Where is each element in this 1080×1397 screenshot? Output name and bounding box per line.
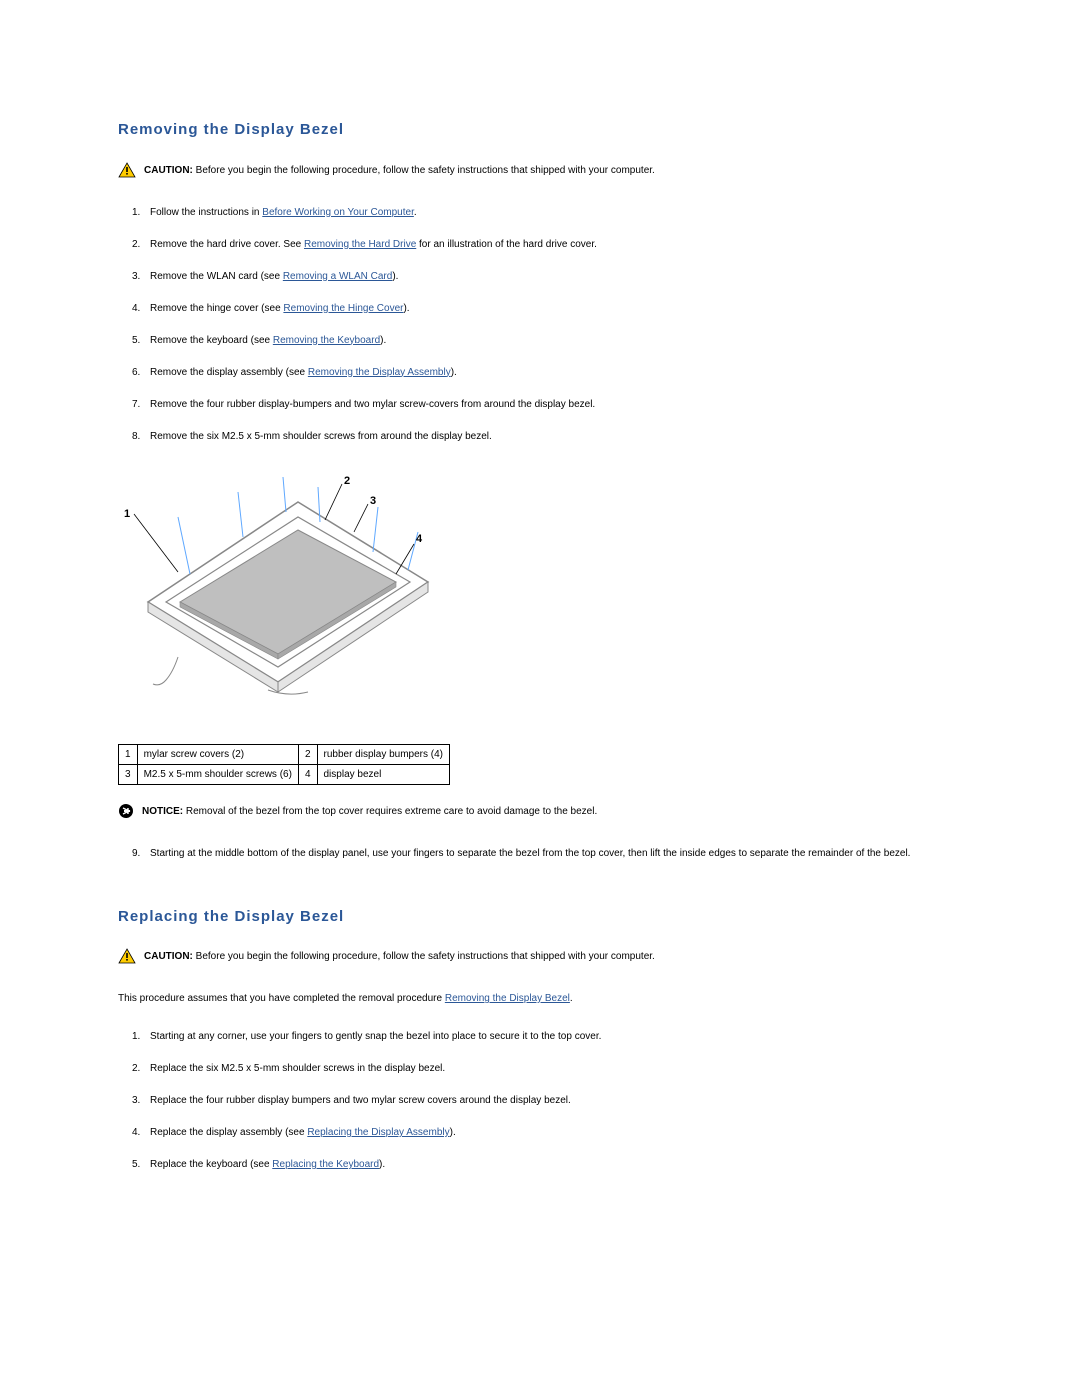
step-item: 3.Replace the four rubber display bumper… [132,1094,962,1108]
removing-steps-list: 1.Follow the instructions in Before Work… [132,206,962,444]
step-item: 1.Follow the instructions in Before Work… [132,206,962,220]
link-removing-keyboard[interactable]: Removing the Keyboard [273,335,380,346]
table-row: 1 mylar screw covers (2) 2 rubber displa… [119,744,450,764]
link-removing-display-bezel[interactable]: Removing the Display Bezel [445,993,570,1004]
callout-2: 2 [344,475,350,487]
link-removing-hard-drive[interactable]: Removing the Hard Drive [304,239,416,250]
link-removing-display-assembly[interactable]: Removing the Display Assembly [308,367,451,378]
step-item: 1.Starting at any corner, use your finge… [132,1030,962,1044]
section-heading-replacing: Replacing the Display Bezel [118,907,962,927]
step-item: 5.Remove the keyboard (see Removing the … [132,334,962,348]
callout-3: 3 [370,495,376,507]
step-item: 4.Remove the hinge cover (see Removing t… [132,302,962,316]
notice-text: NOTICE: Removal of the bezel from the to… [142,803,597,818]
step-item: 5.Replace the keyboard (see Replacing th… [132,1158,962,1172]
step-item: 2.Replace the six M2.5 x 5-mm shoulder s… [132,1062,962,1076]
caution-icon [118,162,136,182]
link-removing-hinge[interactable]: Removing the Hinge Cover [283,303,403,314]
section-heading-removing: Removing the Display Bezel [118,120,962,140]
link-replacing-display-assembly[interactable]: Replacing the Display Assembly [307,1127,449,1138]
step-item: 7.Remove the four rubber display-bumpers… [132,398,962,412]
step-item: 8.Remove the six M2.5 x 5-mm shoulder sc… [132,430,962,444]
caution-text: CAUTION: Before you begin the following … [144,948,655,963]
step-item: 9.Starting at the middle bottom of the d… [132,847,962,861]
step-item: 4.Replace the display assembly (see Repl… [132,1126,962,1140]
removing-steps-list-cont: 9.Starting at the middle bottom of the d… [132,847,962,861]
link-before-working[interactable]: Before Working on Your Computer [262,207,414,218]
table-row: 3 M2.5 x 5-mm shoulder screws (6) 4 disp… [119,764,450,784]
caution-block: CAUTION: Before you begin the following … [118,162,962,182]
link-replacing-keyboard[interactable]: Replacing the Keyboard [272,1159,379,1170]
caution-icon [118,948,136,968]
diagram-legend-table: 1 mylar screw covers (2) 2 rubber displa… [118,744,450,785]
caution-block: CAUTION: Before you begin the following … [118,948,962,968]
notice-block: NOTICE: Removal of the bezel from the to… [118,803,962,823]
replacing-steps-list: 1.Starting at any corner, use your finge… [132,1030,962,1172]
link-removing-wlan[interactable]: Removing a WLAN Card [283,271,392,282]
notice-icon [118,803,134,823]
step-item: 3.Remove the WLAN card (see Removing a W… [132,270,962,284]
caution-text: CAUTION: Before you begin the following … [144,162,655,177]
step-item: 2.Remove the hard drive cover. See Remov… [132,238,962,252]
callout-1: 1 [124,508,130,520]
step-item: 6.Remove the display assembly (see Remov… [132,366,962,380]
callout-4: 4 [416,533,423,545]
display-bezel-diagram: 1 2 3 4 [118,462,962,726]
intro-text: This procedure assumes that you have com… [118,992,962,1006]
